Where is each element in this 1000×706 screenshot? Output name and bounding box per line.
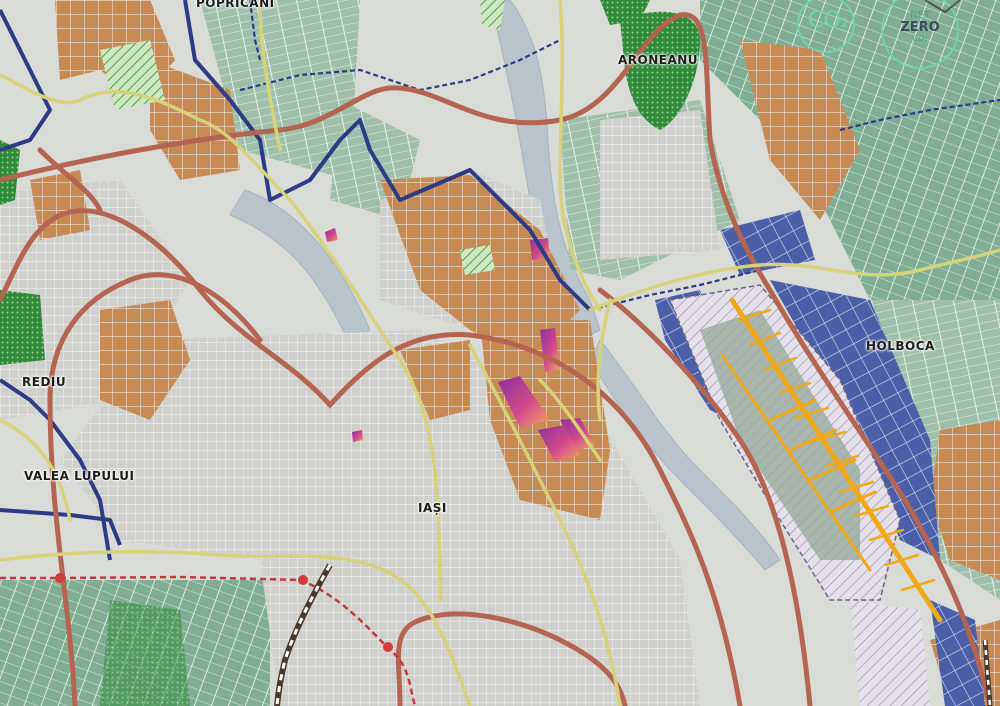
place-label-popricani: POPRICANI [196, 0, 275, 10]
co2-badge: CO2 [808, 8, 848, 33]
co2-badge-subscript: 2 [840, 16, 849, 30]
place-label-rediu: REDIU [22, 375, 67, 389]
net-zero-badge-co2: CO₂ [912, 34, 928, 44]
place-label-valea-lupului: VALEA LUPULUI [24, 469, 135, 483]
net-zero-badge-zero: ZERO [900, 20, 940, 35]
place-label-iasi: IAȘI [418, 501, 447, 515]
map-graphic [0, 0, 1000, 706]
place-label-aroneanu: ARONEANU [618, 53, 699, 67]
co2-badge-text: CO [808, 8, 841, 33]
map-canvas[interactable]: POPRICANI ARONEANU REDIU VALEA LUPULUI I… [0, 0, 1000, 706]
net-zero-badge: NET ZERO CO₂ [896, 10, 944, 44]
place-label-holboca: HOLBOCA [866, 339, 935, 353]
